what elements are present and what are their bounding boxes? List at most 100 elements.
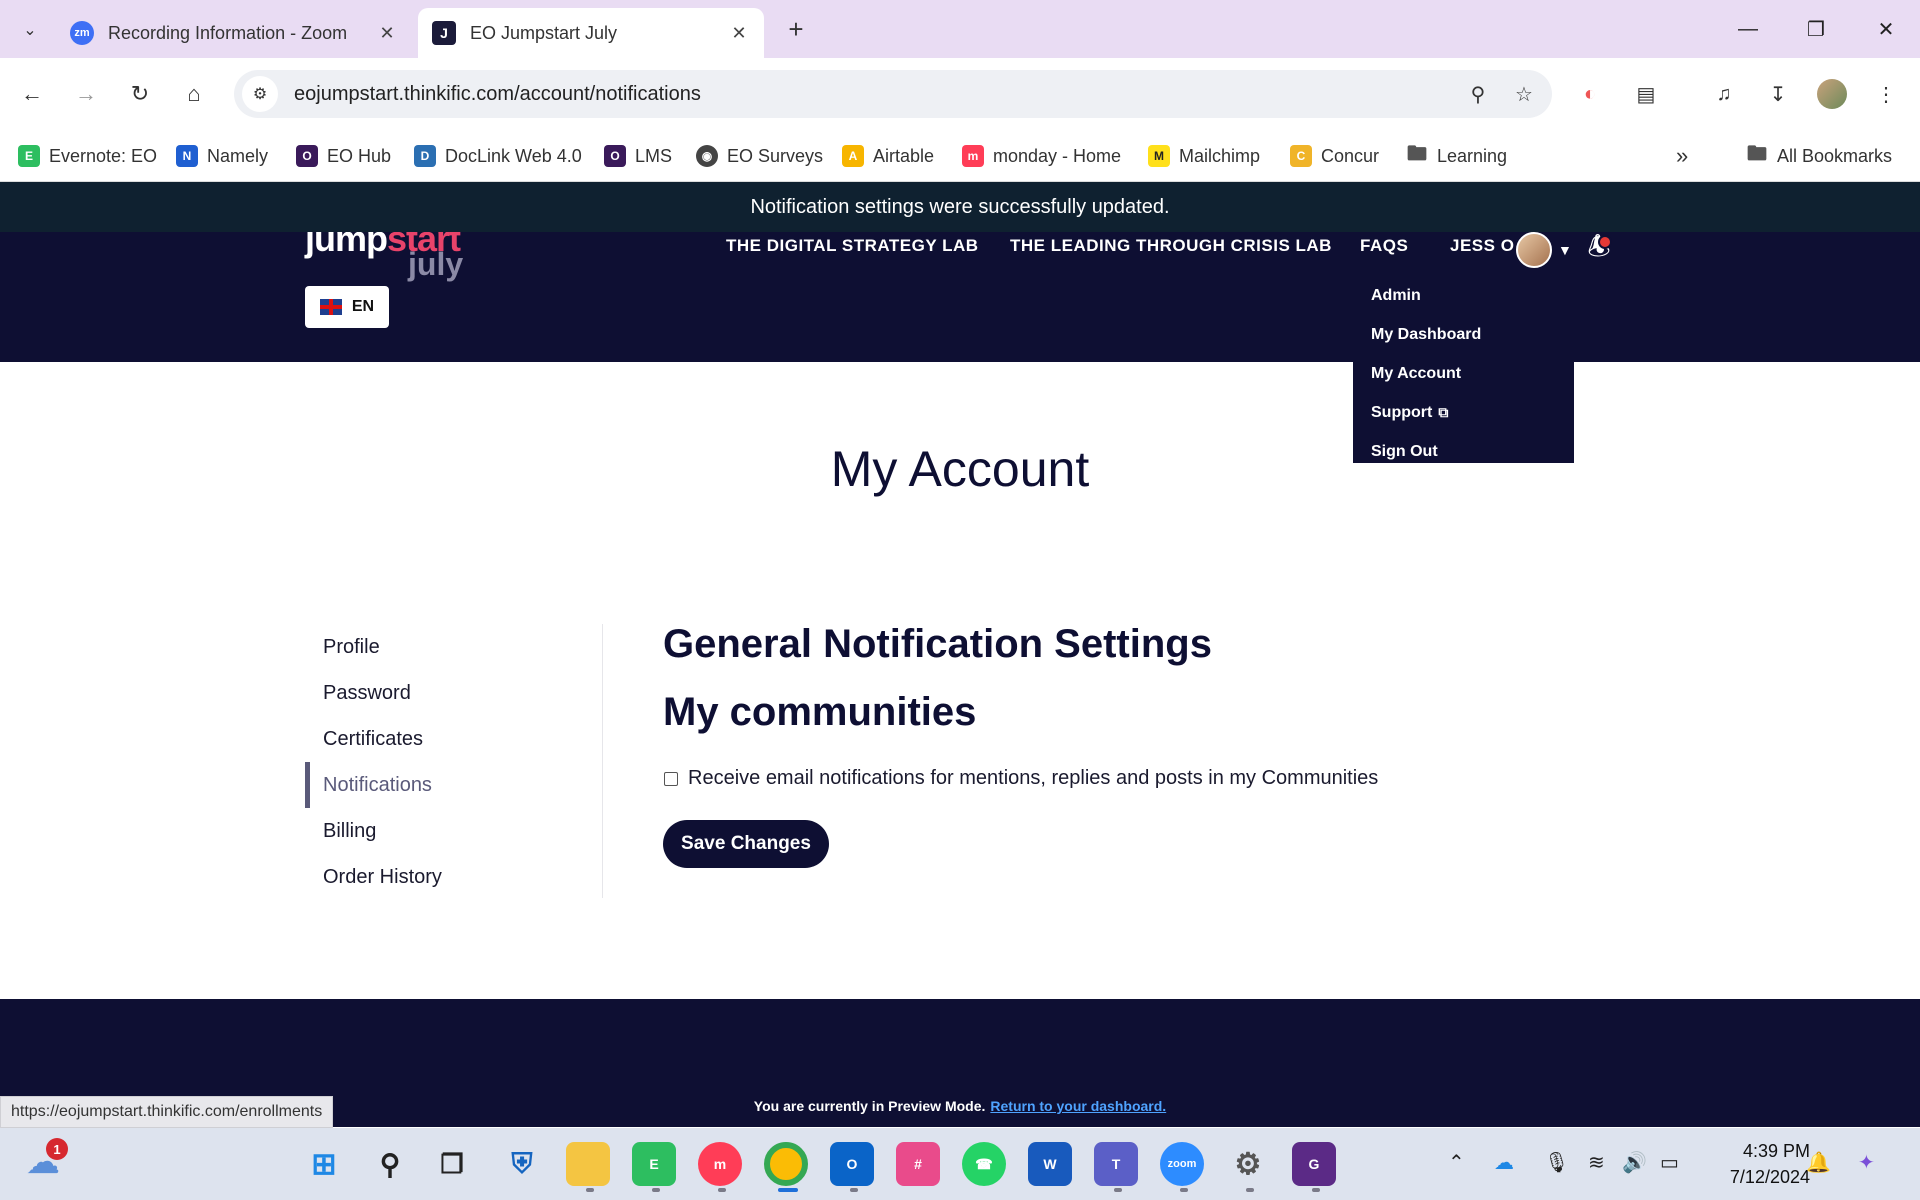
clock-time: 4:39 PM <box>1742 1141 1810 1161</box>
onedrive-icon[interactable]: ☁ <box>1494 1150 1514 1175</box>
bookmark-label: Namely <box>207 145 269 166</box>
whatsapp-icon[interactable]: ☎ <box>962 1142 1006 1186</box>
chrome-icon[interactable] <box>764 1142 808 1186</box>
microphone-icon[interactable]: 🎙 <box>1544 1150 1569 1175</box>
back-icon[interactable]: ← <box>14 76 50 112</box>
restore-icon[interactable]: ❐ <box>1796 12 1836 46</box>
download-icon[interactable]: ↧ <box>1760 76 1796 112</box>
nav-faqs[interactable]: FAQS <box>1360 236 1408 256</box>
bookmark-label: Airtable <box>873 145 935 166</box>
menu-item-my-account[interactable]: My Account <box>1353 354 1574 393</box>
copilot-icon[interactable]: ✦ <box>1858 1150 1875 1175</box>
airtable-icon: A <box>842 145 864 167</box>
address-bar[interactable]: ⚙ eojumpstart.thinkific.com/account/noti… <box>234 70 1552 118</box>
zoom-app-icon[interactable]: zoom <box>1160 1142 1204 1186</box>
bookmark-eo-surveys[interactable]: ◉ EO Surveys <box>696 142 823 170</box>
tab-close-icon[interactable]: ✕ <box>728 23 750 44</box>
monday-app-icon[interactable]: m <box>698 1142 742 1186</box>
evernote-app-icon[interactable]: E <box>632 1142 676 1186</box>
all-bookmarks-label: All Bookmarks <box>1777 145 1893 166</box>
menu-item-admin[interactable]: Admin <box>1353 276 1574 315</box>
return-dashboard-link[interactable]: Return to your dashboard. <box>990 1098 1166 1114</box>
evernote-icon: E <box>18 145 40 167</box>
outlook-icon[interactable]: O <box>830 1142 874 1186</box>
volume-icon[interactable]: 🔊 <box>1622 1150 1647 1175</box>
globe-icon: ◉ <box>696 145 718 167</box>
menu-item-my-dashboard[interactable]: My Dashboard <box>1353 315 1574 354</box>
tab-zoom[interactable]: zm Recording Information - Zoom ✕ <box>56 8 412 58</box>
tab-eo-jumpstart[interactable]: J EO Jumpstart July ✕ <box>418 8 764 58</box>
tab-title: EO Jumpstart July <box>470 22 618 43</box>
tab-search-icon[interactable]: ⌄ <box>12 12 48 48</box>
system-clock[interactable]: 4:39 PM 7/12/2024 <box>1700 1138 1810 1190</box>
sidebar-item-notifications[interactable]: Notifications <box>305 762 595 808</box>
bookmark-monday[interactable]: m monday - Home <box>962 142 1121 170</box>
nav-leading-through-crisis-lab[interactable]: THE LEADING THROUGH CRISIS LAB <box>1010 236 1332 256</box>
sidebar-item-billing[interactable]: Billing <box>305 808 595 854</box>
folder-icon: 🖿 <box>1407 143 1427 165</box>
zoom-icon[interactable]: ⚲ <box>1460 76 1496 112</box>
extension-color-icon[interactable]: ◐ <box>1572 76 1608 112</box>
minimize-icon[interactable]: — <box>1728 12 1768 46</box>
bookmark-lms[interactable]: O LMS <box>604 142 672 170</box>
bookmark-doclink[interactable]: D DocLink Web 4.0 <box>414 142 582 170</box>
teams-icon[interactable]: T <box>1094 1142 1138 1186</box>
bookmark-mailchimp[interactable]: M Mailchimp <box>1148 142 1260 170</box>
menu-icon[interactable]: ⋮ <box>1868 76 1904 112</box>
community-notifications-label[interactable]: Receive email notifications for mentions… <box>688 767 1378 790</box>
defender-shield-icon[interactable]: ⛨ <box>500 1142 544 1186</box>
battery-icon[interactable]: ▭ <box>1660 1150 1679 1175</box>
user-menu-name[interactable]: JESS O <box>1450 236 1514 256</box>
close-window-icon[interactable]: ✕ <box>1866 12 1906 46</box>
windows-start-icon[interactable]: ⊞ <box>302 1142 346 1186</box>
url-text[interactable]: eojumpstart.thinkific.com/account/notifi… <box>294 83 1460 106</box>
bookmark-airtable[interactable]: A Airtable <box>842 142 934 170</box>
media-control-icon[interactable]: ♫ <box>1706 76 1742 112</box>
save-changes-button[interactable]: Save Changes <box>663 820 829 868</box>
sidebar-item-certificates[interactable]: Certificates <box>305 716 595 762</box>
tray-chevron-up-icon[interactable]: ⌃ <box>1448 1150 1465 1175</box>
profile-avatar[interactable] <box>1814 76 1850 112</box>
bookmark-star-icon[interactable]: ☆ <box>1506 76 1542 112</box>
language-button[interactable]: EN <box>305 286 389 328</box>
bookmark-label: Learning <box>1437 145 1508 166</box>
slack-icon[interactable]: # <box>896 1142 940 1186</box>
sidebar-item-password[interactable]: Password <box>305 670 595 716</box>
search-icon[interactable]: ⚲ <box>368 1142 412 1186</box>
menu-item-support[interactable]: Support ⧉ <box>1353 393 1574 432</box>
sidebar-item-profile[interactable]: Profile <box>305 624 595 670</box>
bookmark-eo-hub[interactable]: O EO Hub <box>296 142 391 170</box>
task-view-icon[interactable]: ❐ <box>430 1142 474 1186</box>
page-title: My Account <box>830 441 1090 497</box>
bookmark-namely[interactable]: N Namely <box>176 142 268 170</box>
word-icon[interactable]: W <box>1028 1142 1072 1186</box>
home-icon[interactable]: ⌂ <box>176 76 212 112</box>
forward-icon[interactable]: → <box>68 76 104 112</box>
bookmark-learning[interactable]: 🖿 Learning <box>1406 142 1507 170</box>
notification-bell-icon[interactable]: 🔔 <box>1806 1150 1831 1175</box>
user-avatar[interactable] <box>1516 232 1552 268</box>
tab-close-icon[interactable]: ✕ <box>376 23 398 44</box>
new-tab-button[interactable]: + <box>780 14 812 45</box>
nav-digital-strategy-lab[interactable]: THE DIGITAL STRATEGY LAB <box>726 236 979 256</box>
bookmark-concur[interactable]: C Concur <box>1290 142 1379 170</box>
zoom-favicon-icon: zm <box>70 21 94 45</box>
all-bookmarks[interactable]: 🖿 All Bookmarks <box>1746 142 1892 170</box>
settings-gear-icon[interactable]: ⚙ <box>1226 1142 1270 1186</box>
site-settings-icon[interactable]: ⚙ <box>242 76 278 112</box>
bookmark-label: EO Surveys <box>727 145 824 166</box>
doclink-icon: D <box>414 145 436 167</box>
running-indicator <box>586 1188 594 1192</box>
more-bookmarks-icon[interactable]: » <box>1676 142 1688 170</box>
extensions-icon[interactable]: ▤ <box>1628 76 1664 112</box>
app-g-icon[interactable]: G <box>1292 1142 1336 1186</box>
wifi-icon[interactable]: ≋ <box>1588 1150 1605 1175</box>
sidebar-item-order-history[interactable]: Order History <box>305 854 595 900</box>
file-explorer-icon[interactable] <box>566 1142 610 1186</box>
external-link-icon: ⧉ <box>1438 404 1449 420</box>
caret-down-icon[interactable]: ▼ <box>1558 242 1572 258</box>
reload-icon[interactable]: ↻ <box>122 76 158 112</box>
community-notifications-checkbox[interactable] <box>664 772 678 786</box>
logo-july-text: july <box>408 246 464 282</box>
bookmark-evernote[interactable]: E Evernote: EO <box>18 142 157 170</box>
